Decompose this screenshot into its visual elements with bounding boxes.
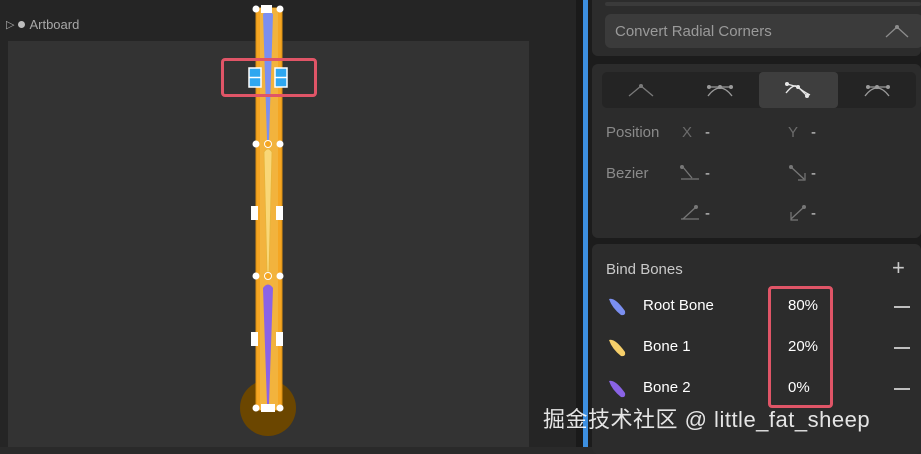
vertex-mode-group [602, 72, 916, 108]
canvas-area[interactable]: ▷ Artboard [0, 0, 583, 447]
bone-name: Bone 2 [643, 379, 691, 396]
position-x-value[interactable]: - [705, 124, 710, 141]
vertex-section: Position X - Y - Bezier - - - - [592, 64, 921, 238]
joint-2[interactable] [264, 272, 272, 280]
mirrored-vertex-icon [706, 85, 733, 97]
detached-vertex-icon [785, 82, 811, 98]
position-y-label: Y [788, 124, 799, 141]
convert-radial-corners-button[interactable]: Convert Radial Corners [605, 14, 921, 48]
mirrored-vertex-button[interactable] [681, 72, 760, 108]
bind-bones-title: Bind Bones [606, 261, 683, 278]
selection-highlight-box [221, 58, 317, 97]
root-bone-icon [609, 298, 626, 316]
corners-section: Convert Radial Corners [592, 0, 921, 56]
bone-name: Bone 1 [643, 338, 691, 355]
straight-vertex-button[interactable] [602, 72, 681, 108]
joint-1[interactable] [264, 140, 272, 148]
bezier-in2-handle-icon [681, 205, 699, 220]
bone-row-2[interactable]: Bone 2 0% [592, 374, 921, 404]
bezier-out2-value[interactable]: - [811, 205, 816, 222]
asymmetric-vertex-button[interactable] [838, 72, 917, 108]
bone-row-root[interactable]: Root Bone 80% [592, 292, 921, 322]
position-x-label: X [682, 124, 693, 141]
straight-vertex-icon [628, 84, 654, 97]
bezier-in-value[interactable]: - [705, 165, 710, 182]
convert-button-label: Convert Radial Corners [615, 22, 772, 40]
bone-row-1[interactable]: Bone 1 20% [592, 333, 921, 363]
add-bone-button[interactable]: + [892, 257, 905, 279]
bezier-out2-handle-icon [790, 205, 806, 221]
previous-control-stub [605, 2, 921, 6]
canvas-edge [576, 0, 583, 447]
asymmetric-vertex-icon [864, 85, 890, 97]
bone-name: Root Bone [643, 297, 714, 314]
remove-bone-button[interactable] [894, 306, 910, 308]
bezier-out-handle-icon [789, 165, 806, 181]
inspector-panel: Convert Radial Corners Position X - Y - … [588, 0, 921, 454]
bezier-in-handle-icon [680, 165, 699, 180]
bezier-out-value[interactable]: - [811, 165, 816, 182]
position-label: Position [606, 124, 660, 141]
weight-highlight-box [768, 286, 833, 408]
watermark: 掘金技术社区 @ little_fat_sheep [543, 407, 871, 432]
detached-vertex-button[interactable] [759, 72, 838, 108]
bezier-label: Bezier [606, 165, 649, 182]
corner-vertex-icon [885, 25, 909, 38]
bone-1-icon [609, 339, 626, 357]
bezier-in2-value[interactable]: - [705, 205, 710, 222]
position-y-value[interactable]: - [811, 124, 816, 141]
bone-2-icon [609, 380, 626, 398]
remove-bone-button[interactable] [894, 347, 910, 349]
remove-bone-button[interactable] [894, 388, 910, 390]
